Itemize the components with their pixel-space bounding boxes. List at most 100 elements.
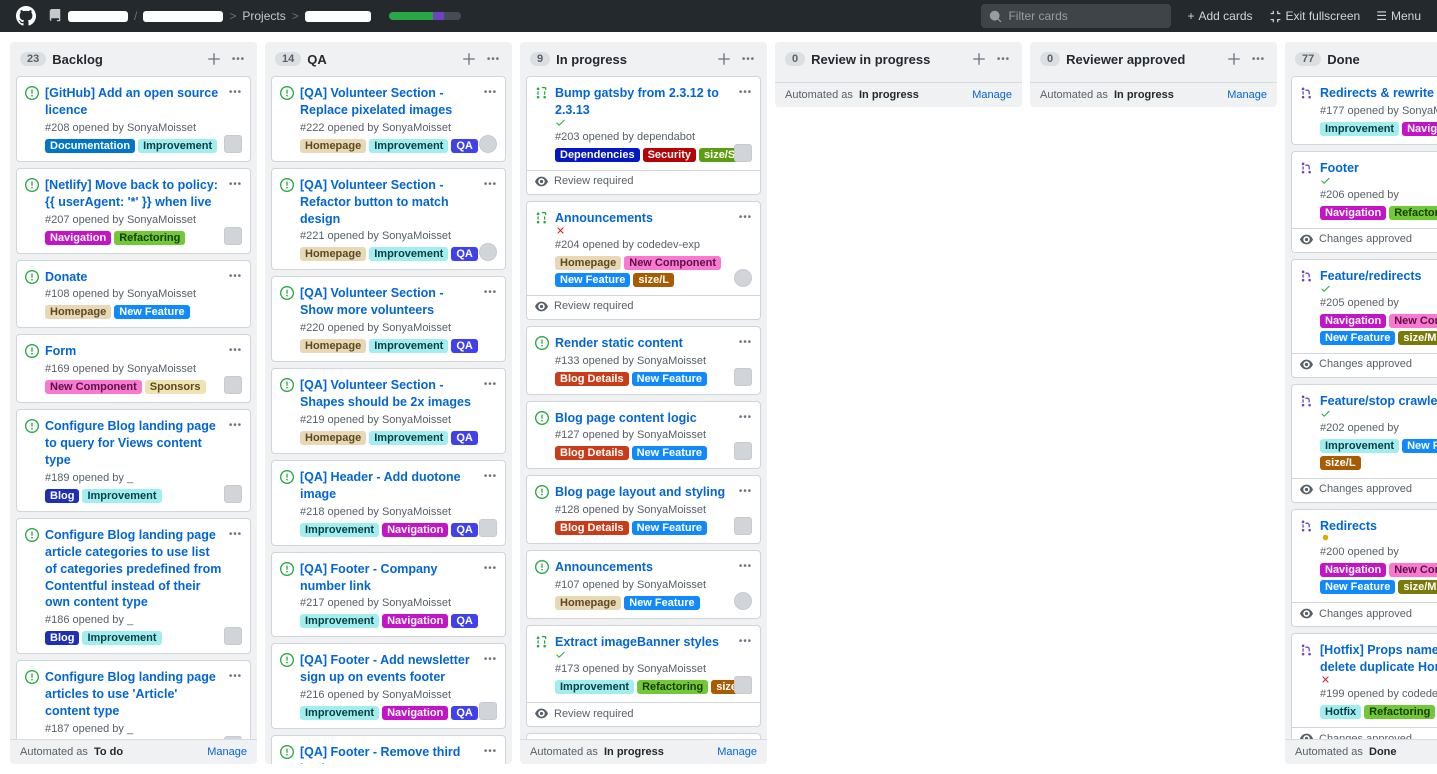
card-menu-button[interactable] <box>228 269 242 283</box>
add-card-button[interactable] <box>970 50 988 68</box>
column-menu-button[interactable] <box>739 50 757 68</box>
card-menu-button[interactable] <box>228 343 242 357</box>
card-menu-button[interactable] <box>483 561 497 575</box>
card-menu-button[interactable] <box>483 285 497 299</box>
card[interactable]: Footer #206 opened by NavigationRefactor… <box>1291 151 1437 229</box>
card[interactable]: [QA] Volunteer Section - Show more volun… <box>271 276 506 362</box>
card-title[interactable]: [QA] Footer - Remove third hashtag <box>300 744 477 764</box>
card-title[interactable]: [QA] Footer - Company number link <box>300 561 477 595</box>
card[interactable]: [QA] Volunteer Section - Shapes should b… <box>271 368 506 454</box>
breadcrumb-owner[interactable] <box>68 11 128 22</box>
card[interactable]: Donate #108 opened by SonyaMoisset Homep… <box>16 260 251 329</box>
card[interactable]: Form #169 opened by SonyaMoisset New Com… <box>16 334 251 403</box>
card[interactable]: [QA] Footer - Remove third hashtag #215 … <box>271 735 506 764</box>
assignee-avatar[interactable] <box>734 442 752 460</box>
card[interactable]: [GitHub] Add an open source licence #208… <box>16 76 251 162</box>
card[interactable]: [QA] Header - Add duotone image #218 ope… <box>271 460 506 546</box>
card-title[interactable]: [Hotfix] Props name and delete duplicate… <box>1320 642 1437 676</box>
card[interactable]: [QA] Footer - Company number link #217 o… <box>271 552 506 638</box>
filter-cards-input[interactable]: Filter cards <box>981 4 1171 28</box>
column-menu-button[interactable] <box>229 50 247 68</box>
assignee-avatar[interactable] <box>734 269 752 287</box>
card-title[interactable]: Configure Blog landing page article cate… <box>45 527 222 611</box>
assignee-avatar[interactable] <box>479 519 497 537</box>
card-menu-button[interactable] <box>738 85 752 99</box>
card[interactable]: Configure Blog landing page articles to … <box>16 660 251 739</box>
card-title[interactable]: [QA] Footer - Add newsletter sign up on … <box>300 652 477 686</box>
card[interactable]: Bump react-accessible-accordion from 2.4… <box>526 733 761 739</box>
card[interactable]: Feature/stop crawlers #202 opened by Imp… <box>1291 384 1437 479</box>
card-title[interactable]: Feature/stop crawlers <box>1320 393 1437 410</box>
card-title[interactable]: [GitHub] Add an open source licence <box>45 85 222 119</box>
card-title[interactable]: Blog page layout and styling <box>555 484 732 501</box>
card-title[interactable]: [QA] Header - Add duotone image <box>300 469 477 503</box>
card-menu-button[interactable] <box>483 177 497 191</box>
card[interactable]: Configure Blog landing page article cate… <box>16 518 251 654</box>
assignee-avatar[interactable] <box>224 485 242 503</box>
card-menu-button[interactable] <box>483 652 497 666</box>
add-card-button[interactable] <box>460 50 478 68</box>
assignee-avatar[interactable] <box>224 627 242 645</box>
card[interactable]: Blog page layout and styling #128 opened… <box>526 475 761 544</box>
add-card-button[interactable] <box>1225 50 1243 68</box>
card-menu-button[interactable] <box>228 418 242 432</box>
add-cards-button[interactable]: +Add cards <box>1187 9 1252 23</box>
menu-button[interactable]: ☰Menu <box>1376 9 1421 23</box>
card-title[interactable]: Announcements <box>555 210 732 227</box>
card-menu-button[interactable] <box>483 377 497 391</box>
card-title[interactable]: Configure Blog landing page to query for… <box>45 418 222 469</box>
assignee-avatar[interactable] <box>734 592 752 610</box>
assignee-avatar[interactable] <box>479 135 497 153</box>
card[interactable]: [QA] Footer - Add newsletter sign up on … <box>271 643 506 729</box>
card-title[interactable]: Extract imageBanner styles <box>555 634 732 651</box>
card-title[interactable]: Donate <box>45 269 222 286</box>
card-title[interactable]: [QA] Volunteer Section - Replace pixelat… <box>300 85 477 119</box>
card-title[interactable]: Bump gatsby from 2.3.12 to 2.3.13 <box>555 85 732 119</box>
manage-link[interactable]: Manage <box>972 89 1012 101</box>
card[interactable]: [Netlify] Move back to policy: {{ userAg… <box>16 168 251 254</box>
card-menu-button[interactable] <box>228 527 242 541</box>
card[interactable]: Extract imageBanner styles #173 opened b… <box>526 625 761 703</box>
add-card-button[interactable] <box>205 50 223 68</box>
card-title[interactable]: Footer <box>1320 160 1437 177</box>
card-menu-button[interactable] <box>738 559 752 573</box>
card-title[interactable]: Blog page content logic <box>555 410 732 427</box>
card-menu-button[interactable] <box>483 85 497 99</box>
card-title[interactable]: Configure Blog landing page articles to … <box>45 669 222 720</box>
card-title[interactable]: [QA] Volunteer Section - Refactor button… <box>300 177 477 228</box>
assignee-avatar[interactable] <box>734 517 752 535</box>
card[interactable]: Redirects #200 opened by NavigationNew C… <box>1291 509 1437 604</box>
card[interactable]: [Hotfix] Props name and delete duplicate… <box>1291 633 1437 728</box>
assignee-avatar[interactable] <box>479 702 497 720</box>
assignee-avatar[interactable] <box>224 227 242 245</box>
manage-link[interactable]: Manage <box>1227 89 1267 101</box>
card-title[interactable]: Redirects & rewrite rules <box>1320 85 1437 102</box>
card[interactable]: Redirects & rewrite rules #177 opened by… <box>1291 76 1437 145</box>
card-title[interactable]: [QA] Volunteer Section - Shapes should b… <box>300 377 477 411</box>
card-title[interactable]: Redirects <box>1320 518 1437 535</box>
assignee-avatar[interactable] <box>224 736 242 739</box>
card[interactable]: Render static content #133 opened by Son… <box>526 326 761 395</box>
card[interactable]: [QA] Volunteer Section - Replace pixelat… <box>271 76 506 162</box>
card[interactable]: Announcements #204 opened by codedev-exp… <box>526 201 761 296</box>
card-menu-button[interactable] <box>483 744 497 758</box>
card-title[interactable]: Announcements <box>555 559 732 576</box>
manage-link[interactable]: Manage <box>207 746 247 758</box>
breadcrumb-project-name[interactable] <box>305 11 371 22</box>
card[interactable]: [QA] Volunteer Section - Refactor button… <box>271 168 506 271</box>
column-menu-button[interactable] <box>1249 50 1267 68</box>
card[interactable]: Announcements #107 opened by SonyaMoisse… <box>526 550 761 619</box>
card-menu-button[interactable] <box>228 85 242 99</box>
card[interactable]: Bump gatsby from 2.3.12 to 2.3.13 #203 o… <box>526 76 761 171</box>
card-menu-button[interactable] <box>738 335 752 349</box>
card-title[interactable]: Feature/redirects <box>1320 268 1437 285</box>
card-menu-button[interactable] <box>738 410 752 424</box>
card[interactable]: Configure Blog landing page to query for… <box>16 409 251 512</box>
card-title[interactable]: [QA] Volunteer Section - Show more volun… <box>300 285 477 319</box>
assignee-avatar[interactable] <box>224 376 242 394</box>
exit-fullscreen-button[interactable]: Exit fullscreen <box>1269 9 1361 23</box>
card-title[interactable]: [Netlify] Move back to policy: {{ userAg… <box>45 177 222 211</box>
column-menu-button[interactable] <box>484 50 502 68</box>
assignee-avatar[interactable] <box>734 676 752 694</box>
card-title[interactable]: Form <box>45 343 222 360</box>
